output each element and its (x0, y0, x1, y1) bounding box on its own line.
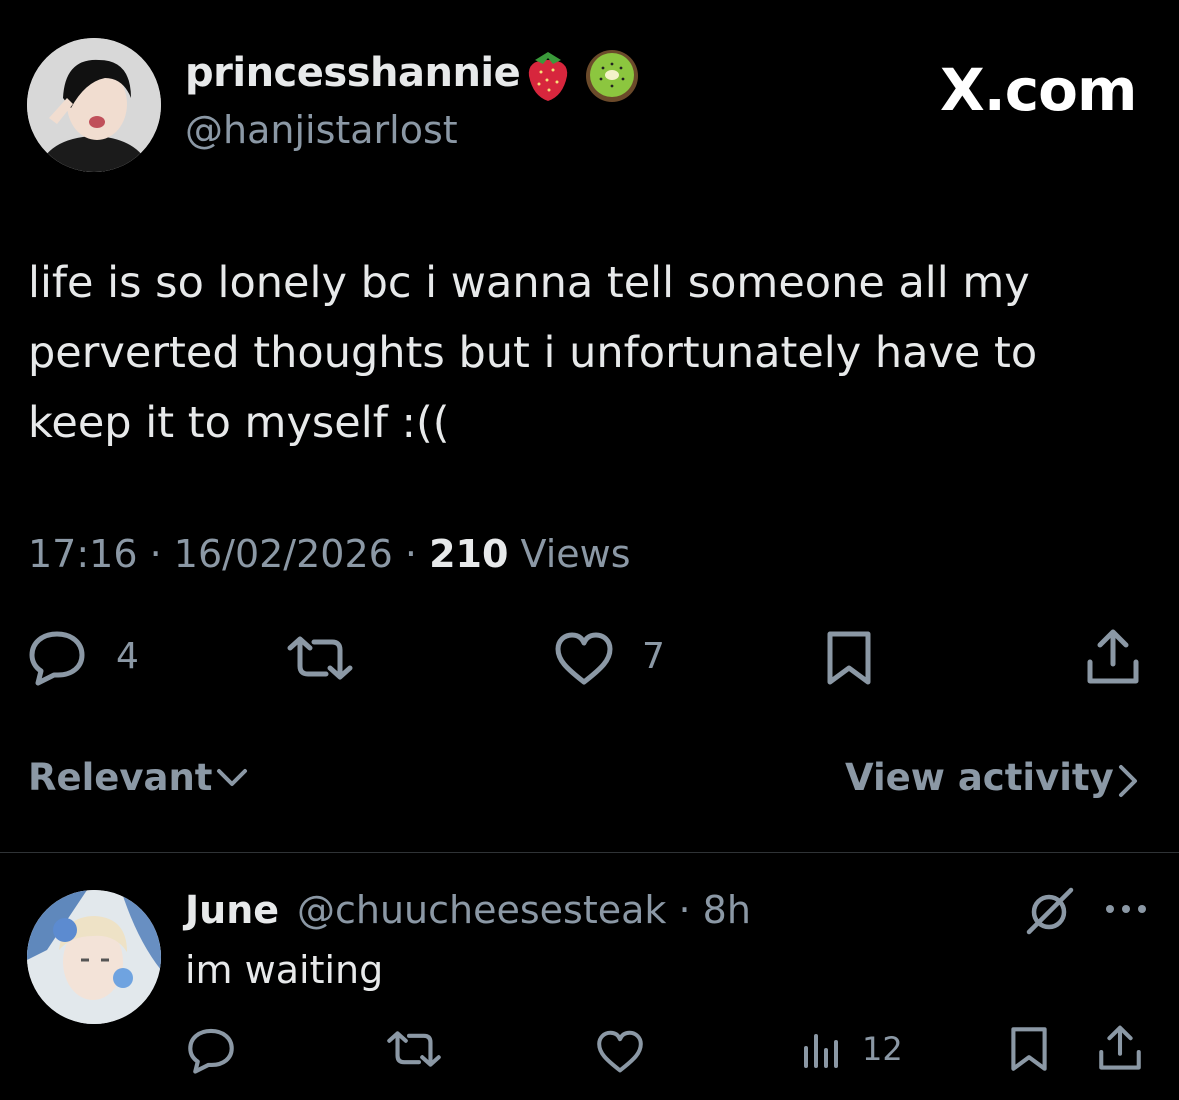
author-display-name[interactable]: princesshannie (185, 50, 521, 96)
share-icon[interactable] (1086, 628, 1140, 686)
brand-wordmark: X.com (940, 56, 1137, 124)
retweet-icon[interactable] (386, 1030, 442, 1068)
like-count: 7 (642, 636, 665, 677)
more-options-icon[interactable] (1103, 902, 1149, 916)
author-avatar[interactable] (27, 38, 161, 172)
tweet-views-count: 210 (429, 532, 509, 576)
sort-relevant-button[interactable]: Relevant (28, 756, 212, 799)
meta-separator: · (404, 532, 418, 576)
kiwi-emoji-icon (583, 46, 641, 104)
reply-bubble-icon (28, 628, 86, 686)
grok-icon[interactable] (1025, 886, 1075, 936)
retweet-icon[interactable] (286, 636, 354, 680)
reply-author-name[interactable]: June (185, 888, 279, 932)
author-avatar-image (27, 38, 161, 172)
bookmark-icon[interactable] (1008, 1026, 1050, 1072)
tweet-views-label: Views (520, 532, 631, 576)
tweet-date[interactable]: 16/02/2026 (174, 532, 393, 576)
reply-author-avatar[interactable] (27, 890, 161, 1024)
view-activity-link[interactable]: View activity (845, 756, 1114, 799)
chevron-right-icon[interactable] (1117, 764, 1139, 798)
reply-author-handle-time[interactable]: @chuucheesesteak · 8h (297, 888, 751, 932)
reply-count: 4 (116, 636, 139, 677)
chevron-down-icon[interactable] (216, 768, 248, 788)
reply-views-count: 12 (862, 1030, 903, 1068)
tweet-time[interactable]: 17:16 (28, 532, 138, 576)
views-chart-icon[interactable] (802, 1030, 842, 1070)
reply-avatar-image (27, 890, 161, 1024)
divider (0, 852, 1179, 853)
meta-separator: · (149, 532, 162, 576)
reply-text: im waiting (185, 948, 384, 992)
share-icon[interactable] (1098, 1024, 1142, 1072)
bookmark-icon[interactable] (824, 630, 874, 686)
heart-icon (554, 632, 614, 686)
tweet-meta: 17:16 · 16/02/2026 · 210 Views (28, 532, 631, 576)
reply-bubble-icon[interactable] (186, 1026, 236, 1074)
author-handle[interactable]: @hanjistarlost (185, 108, 458, 152)
tweet-text: life is so lonely bc i wanna tell someon… (28, 258, 1038, 448)
heart-icon[interactable] (596, 1030, 644, 1074)
strawberry-emoji-icon (523, 48, 573, 102)
